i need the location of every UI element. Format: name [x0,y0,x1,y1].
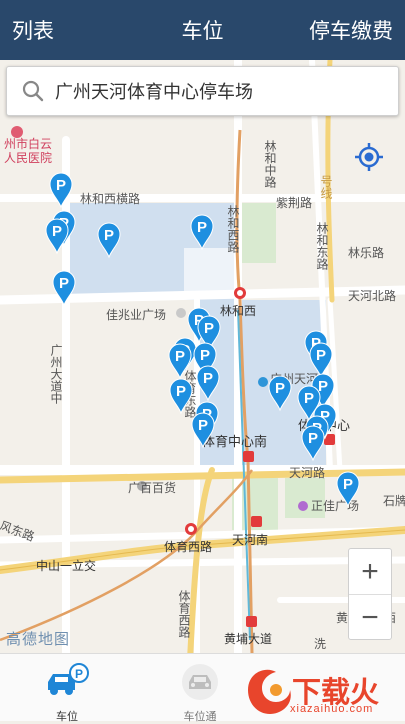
map-canvas[interactable]: 州市白云 人民医院 林和西横路 紫荆路 林乐路 天河北路 林和西 佳兆业广场 广… [0,60,405,653]
search-input[interactable]: 广州天河体育中心停车场 [55,78,253,104]
map-brand-logo: 高德地图 [6,631,71,648]
map-label: 体育中心南 [202,434,267,449]
parking-car-icon: P [48,663,89,695]
map-label: 黄埔大道 [224,632,272,646]
map-label: 天河北路 [348,288,396,303]
page-title: 车位 [181,20,224,43]
map-label: 佳兆业广场 [106,308,166,322]
svg-text:P: P [197,219,207,236]
zoom-in-button[interactable]: + [349,549,391,594]
svg-text:P: P [198,417,208,434]
locate-me-icon[interactable] [353,141,385,173]
svg-text:P: P [203,370,213,387]
car-front-icon [182,664,218,700]
map-label: 广州大道中 [49,344,63,404]
watermark-url: xiazaihuo.com [290,703,374,715]
map-label: 体育西路 [177,590,191,639]
map-label: 正佳广场 [311,499,359,513]
tab-parking-pass[interactable]: 车位通 [160,654,240,723]
map-view[interactable]: 州市白云 人民医院 林和西横路 紫荆路 林乐路 天河北路 林和西 佳兆业广场 广… [0,60,405,653]
map-label: 林和中路 [263,140,277,189]
svg-text:P: P [104,227,114,244]
map-label: 林和东路 [315,222,329,271]
poi-marker-icon [298,501,308,511]
map-label: 林和西 [220,304,256,318]
zoom-control: + − [348,548,392,640]
svg-text:P: P [304,390,314,407]
zoom-out-button[interactable]: − [349,595,391,640]
map-label: 天河南 [232,532,268,547]
svg-text:P: P [176,383,186,400]
tab-parking[interactable]: P 车位 [27,654,107,723]
map-label: 林乐路 [348,245,384,260]
svg-text:P: P [52,223,62,240]
svg-text:P: P [175,348,185,365]
svg-text:P: P [56,177,66,194]
svg-text:P: P [275,380,285,397]
top-bar: 列表 车位 停车缴费 [0,0,405,60]
map-label: 石牌 [383,494,405,508]
map-label: 体育西路 [164,539,212,554]
svg-text:P: P [75,667,83,681]
svg-text:P: P [343,476,353,493]
poi-marker-icon [258,377,268,387]
parking-payment-button[interactable]: 停车缴费 [309,15,393,45]
svg-text:P: P [308,430,318,447]
map-label: 林和西路 [226,205,240,254]
tab-parking-label: 车位 [56,711,78,723]
map-label: 中山一立交 [36,558,96,573]
tab-parking-pass-label: 车位通 [183,711,217,723]
map-label: 号线 [319,175,333,199]
search-bar[interactable]: 广州天河体育中心停车场 [6,66,399,116]
map-label: 天河路 [289,465,325,480]
map-label: 林和西横路 [80,191,140,206]
svg-text:P: P [204,320,214,337]
poi-marker-icon [176,308,186,318]
map-label: 人民医院 [4,151,52,165]
svg-text:P: P [59,275,69,292]
map-label: 广百百货 [128,480,176,495]
svg-text:P: P [200,347,210,364]
list-button[interactable]: 列表 [12,15,54,45]
map-label: 州市白云 [4,136,52,151]
map-label: 洗 [314,637,326,651]
map-label: 紫荆路 [276,195,312,210]
search-icon [22,80,44,102]
svg-text:P: P [316,347,326,364]
building-block [184,248,238,292]
